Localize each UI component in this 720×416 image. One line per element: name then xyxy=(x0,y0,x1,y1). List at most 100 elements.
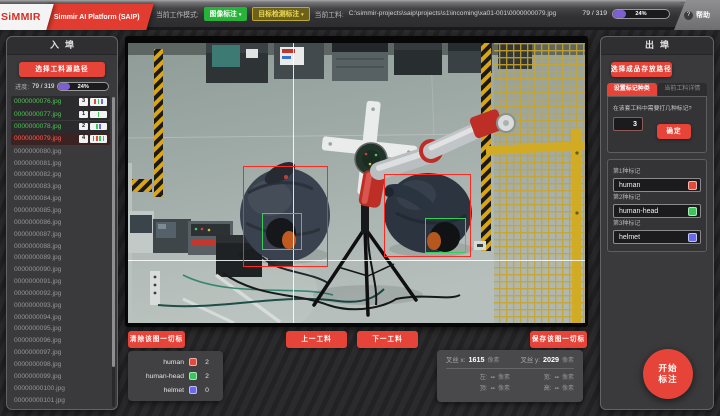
class-count: 0 xyxy=(202,387,212,394)
top-bar: — ▢ ✕ SiMMIR Simmir AI Platform (SAIP) 当… xyxy=(0,0,720,30)
start-annotation-button[interactable]: 开始标注 xyxy=(643,349,693,399)
file-list-item[interactable]: 0000000093.jpg xyxy=(11,299,110,311)
annotation-color-bars xyxy=(90,111,107,119)
class-definition: 第2种标记 human-head xyxy=(613,192,701,218)
file-list-item[interactable]: 0000000079.jpg 4 xyxy=(11,133,110,145)
class-ordinal-label: 第1种标记 xyxy=(613,166,701,175)
annotation-count-badge: 1 xyxy=(79,111,88,119)
output-panel: 出埠 选择成品存放路径 设置标记种类 当前工料详情 在该套工料中需要打几种标记?… xyxy=(600,36,714,410)
select-source-path-button[interactable]: 选择工料源路径 xyxy=(19,62,105,77)
file-list-item[interactable]: 0000000092.jpg xyxy=(11,288,110,300)
file-list-item[interactable]: 0000000086.jpg xyxy=(11,216,110,228)
class-count-question: 在该套工料中需要打几种标记? xyxy=(613,103,701,112)
input-panel-title: 入埠 xyxy=(7,37,117,55)
top-progress-bar: 24% xyxy=(612,9,670,19)
class-name-input[interactable]: human xyxy=(613,178,701,192)
annotation-box[interactable] xyxy=(425,218,466,253)
chevron-down-icon: ▾ xyxy=(239,12,242,18)
legend-row: human-head 2 xyxy=(128,369,223,383)
file-list-item[interactable]: 0000000076.jpg 3 xyxy=(11,96,110,108)
class-ordinal-label: 第3种标记 xyxy=(613,218,701,227)
class-definition: 第1种标记 human xyxy=(613,166,701,192)
file-list-item[interactable]: 0000000078.jpg 2 xyxy=(11,121,110,133)
confirm-button[interactable]: 确定 xyxy=(657,124,691,139)
mode-label: 当前工作模式: xyxy=(156,9,199,19)
file-list: 0000000076.jpg 3 0000000077.jpg 1 000000… xyxy=(7,95,117,409)
previous-item-button[interactable]: 上一工料 xyxy=(286,331,347,348)
legend-row: helmet 0 xyxy=(128,383,223,397)
legend-row: human 2 xyxy=(128,355,223,369)
app-window: — ▢ ✕ SiMMIR Simmir AI Platform (SAIP) 当… xyxy=(0,0,720,416)
file-list-item[interactable]: 0000000088.jpg xyxy=(11,240,110,252)
current-file-path: C:\simmir-projects\saip\projects\s1\inco… xyxy=(349,10,556,17)
file-list-item[interactable]: 0000000089.jpg xyxy=(11,252,110,264)
class-color-swatch xyxy=(189,386,197,394)
file-list-item[interactable]: 0000000095.jpg xyxy=(11,323,110,335)
file-list-item[interactable]: 0000000082.jpg xyxy=(11,169,110,181)
class-ordinal-label: 第2种标记 xyxy=(613,192,701,201)
annotation-count-badge: 4 xyxy=(79,135,88,143)
crosshair-y-value: 2029 xyxy=(543,355,559,364)
annotation-box[interactable] xyxy=(262,213,302,250)
file-list-item[interactable]: 0000000087.jpg xyxy=(11,228,110,240)
tab[interactable]: 当前工料详情 xyxy=(658,83,708,96)
work-image[interactable] xyxy=(128,43,585,323)
class-color-swatch xyxy=(189,358,197,366)
class-name-input[interactable]: human-head xyxy=(613,204,701,218)
file-list-item[interactable]: 0000000081.jpg xyxy=(11,157,110,169)
coordinates-panel: 叉丝 x: 1615 像素 叉丝 y: 2029 像素 左:--像素 宽:--像… xyxy=(437,350,583,402)
class-legend: human 2 human-head 2 helmet 0 xyxy=(128,351,223,401)
clear-annotations-button[interactable]: 清除该图一切标记 xyxy=(128,331,185,348)
file-list-item[interactable]: 0000000098.jpg xyxy=(11,359,110,371)
file-list-scrollbar[interactable] xyxy=(112,97,115,407)
tab[interactable]: 设置标记种类 xyxy=(607,83,657,96)
file-list-item[interactable]: 0000000096.jpg xyxy=(11,335,110,347)
annotation-count-badge: 3 xyxy=(79,98,88,106)
top-progress-count: 79 / 319 xyxy=(582,10,607,17)
chevron-down-icon: ▾ xyxy=(301,12,304,18)
current-file-label: 当前工料: xyxy=(315,9,344,19)
annotation-color-bars xyxy=(90,98,107,106)
class-color-picker[interactable] xyxy=(688,207,697,216)
file-list-item[interactable]: 0000000084.jpg xyxy=(11,193,110,205)
file-list-item[interactable]: 00000000101.jpg xyxy=(11,394,110,406)
file-list-item[interactable]: 0000000085.jpg xyxy=(11,205,110,217)
file-list-item[interactable]: 0000000077.jpg 1 xyxy=(11,108,110,120)
save-annotations-button[interactable]: 保存该图一切标记 xyxy=(530,331,587,348)
image-annotation-mode-dropdown[interactable]: 图像标注▾ xyxy=(204,7,248,21)
class-count-input[interactable]: 3 xyxy=(613,117,643,131)
class-color-picker[interactable] xyxy=(688,233,697,242)
next-item-button[interactable]: 下一工料 xyxy=(357,331,418,348)
annotation-color-bars xyxy=(90,123,107,131)
file-list-item[interactable]: 0000000099.jpg xyxy=(11,370,110,382)
file-list-item[interactable]: 00000000100.jpg xyxy=(11,382,110,394)
file-list-item[interactable]: 0000000080.jpg xyxy=(11,145,110,157)
class-definitions-box: 第1种标记 human 第2种标记 human-head 第3种标记 xyxy=(607,159,707,252)
annotation-color-bars xyxy=(90,135,107,143)
image-viewer xyxy=(125,36,588,327)
app-title: Simmir AI Platform (SAIP) xyxy=(40,4,153,30)
file-list-item[interactable]: 0000000090.jpg xyxy=(11,264,110,276)
photo-scene xyxy=(128,43,585,323)
class-count: 2 xyxy=(202,359,212,366)
class-name-input[interactable]: helmet xyxy=(613,230,701,244)
file-list-item[interactable]: 0000000091.jpg xyxy=(11,276,110,288)
file-list-item[interactable]: 0000000094.jpg xyxy=(11,311,110,323)
output-panel-title: 出埠 xyxy=(601,37,713,55)
class-color-swatch xyxy=(189,372,197,380)
select-output-path-button[interactable]: 选择成品存放路径 xyxy=(611,62,672,77)
input-panel: 入埠 选择工料源路径 进度: 79 / 319 24% 0000000076.j… xyxy=(6,36,118,410)
class-color-picker[interactable] xyxy=(688,181,697,190)
crosshair-x-value: 1615 xyxy=(469,355,485,364)
class-count: 2 xyxy=(202,373,212,380)
file-list-item[interactable]: 0000000083.jpg xyxy=(11,181,110,193)
list-progress: 进度: 79 / 319 24% xyxy=(7,82,117,95)
detection-type-dropdown[interactable]: 目标检测标注▾ xyxy=(252,7,309,21)
class-definition: 第3种标记 helmet xyxy=(613,218,701,244)
right-panel-tabs: 设置标记种类 当前工料详情 xyxy=(607,83,707,96)
file-list-item[interactable]: 0000000097.jpg xyxy=(11,347,110,359)
class-count-box: 在该套工料中需要打几种标记? 3 确定 xyxy=(607,96,707,153)
question-icon: ? xyxy=(684,11,693,20)
logo: SiMMIR xyxy=(0,4,54,30)
crosshair-horizontal xyxy=(128,260,585,261)
